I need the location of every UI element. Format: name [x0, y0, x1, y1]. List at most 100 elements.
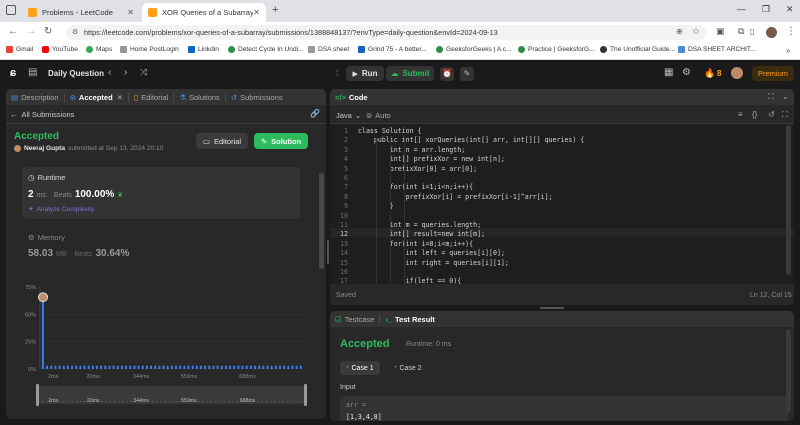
tab-submissions[interactable]: ↺ Submissions [226, 93, 288, 102]
distribution-bar[interactable] [279, 365, 281, 369]
bracket-icon[interactable]: {} [752, 110, 757, 119]
problem-list-icon[interactable]: ▤ [28, 67, 37, 78]
distribution-bar[interactable] [91, 365, 94, 369]
distribution-bar[interactable] [212, 365, 215, 369]
distribution-bar[interactable] [229, 365, 232, 369]
code-line[interactable]: public int[] xorQueries(int[] arr, int[]… [358, 136, 584, 144]
code-line[interactable]: class Solution { [358, 127, 422, 135]
close-tab-icon[interactable]: ✕ [117, 93, 123, 102]
result-scrollbar[interactable] [786, 329, 791, 413]
bookmarks-overflow-icon[interactable]: » [786, 46, 790, 55]
bookmark-home-postlogin[interactable]: Home PostLogin [120, 46, 179, 53]
distribution-bar[interactable] [125, 365, 128, 369]
maximize-button[interactable]: ❐ [762, 4, 770, 15]
distribution-bar[interactable] [237, 365, 240, 369]
distribution-bar[interactable] [145, 365, 148, 369]
distribution-bar[interactable] [166, 365, 169, 369]
distribution-bar[interactable] [129, 365, 132, 369]
site-info-icon[interactable]: ⚙ [72, 25, 78, 40]
distribution-bar[interactable] [141, 365, 144, 369]
distribution-bar[interactable] [291, 365, 294, 369]
shuffle-icon[interactable]: ⤨ [140, 67, 147, 78]
distribution-bar[interactable] [58, 365, 61, 369]
code-line[interactable]: int[] prefixXor = new int[n]; [358, 155, 505, 163]
settings-icon[interactable]: ⚙ [682, 67, 691, 78]
distribution-bar[interactable] [179, 365, 182, 369]
chrome-menu-icon[interactable]: ⋮ [786, 26, 796, 37]
collapse-panel-icon[interactable]: ⌄ [782, 92, 789, 101]
distribution-bar[interactable] [100, 365, 103, 369]
bookmark-gmail[interactable]: Gmail [6, 46, 33, 53]
horizontal-resize-handle[interactable] [540, 307, 564, 309]
solution-button[interactable]: ✎ Solution [254, 133, 308, 149]
bookmark-maps[interactable]: Maps [86, 46, 112, 53]
close-tab-icon[interactable]: ✕ [127, 8, 134, 17]
distribution-bar[interactable] [46, 365, 49, 369]
back-icon[interactable]: ← [8, 26, 18, 37]
distribution-bar[interactable] [183, 365, 186, 369]
close-tab-icon[interactable]: ✕ [253, 8, 260, 17]
tab-search-icon[interactable] [6, 5, 16, 15]
distribution-bar[interactable] [62, 365, 65, 369]
distribution-bar[interactable] [200, 365, 202, 369]
url-field[interactable]: ⚙ https://leetcode.com/problems/xor-quer… [66, 25, 706, 40]
distribution-bar[interactable] [266, 365, 269, 369]
tab-test-result[interactable]: ›_ Test Result [380, 315, 440, 324]
distribution-bar[interactable] [262, 365, 265, 369]
distribution-bar[interactable] [104, 365, 107, 369]
distribution-bar[interactable] [258, 365, 261, 369]
distribution-bar[interactable] [162, 365, 165, 369]
daily-question-label[interactable]: Daily Question [48, 69, 104, 78]
submit-button[interactable]: ☁ Submit [386, 66, 434, 81]
code-line[interactable]: int right = queries[i][1]; [358, 259, 509, 267]
distribution-bar[interactable] [50, 365, 53, 369]
maximize-panel-icon[interactable]: ⛶ [768, 92, 774, 102]
user-avatar[interactable] [731, 67, 743, 79]
username[interactable]: Neeraj Gupta [24, 145, 65, 152]
distribution-bar[interactable] [274, 365, 277, 369]
bookmark-youtube[interactable]: YouTube [42, 46, 78, 53]
distribution-bar[interactable] [241, 365, 244, 369]
distribution-bar[interactable] [71, 365, 73, 369]
editorial-button[interactable]: ▭ Editorial [196, 133, 248, 149]
notes-icon[interactable]: ✎ [460, 67, 474, 81]
distribution-bar[interactable] [220, 365, 223, 369]
bookmark-unofficial-guide[interactable]: The Unofficial Guide... [600, 46, 675, 53]
left-panel-scrollbar[interactable] [319, 173, 324, 269]
memory-label-row[interactable]: ⚙ Memory [28, 233, 65, 242]
distribution-bar[interactable] [216, 365, 219, 369]
distribution-bar[interactable] [295, 365, 298, 369]
minimize-button[interactable]: — [737, 4, 746, 14]
case-1-tab[interactable]: • Case 1 [340, 361, 380, 375]
distribution-bar[interactable] [54, 365, 57, 369]
forward-icon[interactable]: → [26, 26, 36, 37]
distribution-bar[interactable] [187, 365, 190, 369]
distribution-bar[interactable] [137, 365, 140, 369]
distribution-bar[interactable] [249, 365, 252, 369]
runtime-card[interactable]: ◷ Runtime 2 ms Beats 100.00% ❦ ✦ Analyze C… [22, 167, 300, 219]
fullscreen-icon[interactable]: ⛶ [782, 110, 788, 120]
browser-tab-xor-queries[interactable]: XOR Queries of a Subarray - Le ✕ [142, 3, 266, 22]
distribution-bar[interactable] [87, 365, 90, 369]
share-link-icon[interactable]: 🔗 [310, 109, 320, 118]
bookmark-geeksforgeeks[interactable]: GeeksforGeeks | A c... [436, 46, 511, 53]
profile-avatar[interactable] [766, 27, 777, 38]
code-line[interactable]: int left = queries[i][0]; [358, 249, 505, 257]
next-problem-icon[interactable]: › [124, 67, 127, 78]
bookmark-grind-75[interactable]: Grind 75 - A better... [358, 46, 427, 53]
distribution-bar[interactable] [108, 365, 111, 369]
tab-accepted[interactable]: ⊙ Accepted ✕ [65, 93, 128, 102]
distribution-bar[interactable] [83, 365, 86, 369]
close-window-button[interactable]: ✕ [786, 4, 794, 15]
range-handle-right[interactable] [304, 384, 307, 406]
distribution-bar[interactable] [224, 365, 227, 369]
bookmark-dsa-sheet[interactable]: DSA sheet [308, 46, 349, 53]
distribution-bar[interactable] [170, 365, 173, 369]
case-2-tab[interactable]: • Case 2 [388, 361, 428, 375]
layout-icon[interactable]: ▦ [664, 67, 673, 78]
extensions-puzzle-icon[interactable]: ⧉ [738, 26, 744, 37]
extension-icon[interactable]: ▣ [716, 26, 725, 37]
vertical-resize-handle[interactable] [327, 240, 329, 264]
distribution-bar[interactable] [133, 365, 136, 369]
tab-testcase[interactable]: ☑ Testcase [330, 315, 379, 324]
